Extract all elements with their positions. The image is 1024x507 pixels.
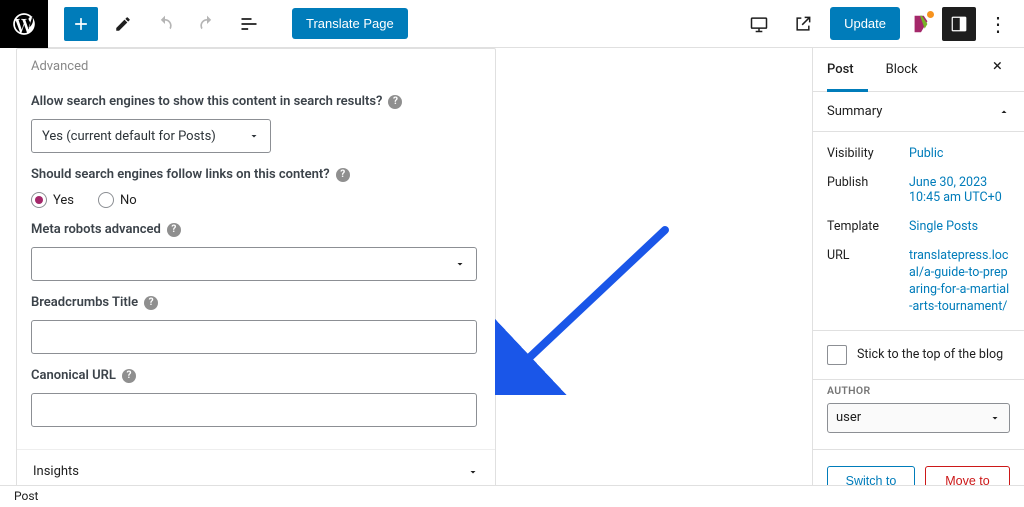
editor-footer-breadcrumb: Post	[0, 485, 1024, 507]
update-button[interactable]: Update	[830, 7, 900, 40]
author-heading: AUTHOR	[827, 384, 1010, 397]
follow-links-label: Should search engines follow links on th…	[31, 167, 481, 182]
edit-mode-button[interactable]	[106, 7, 140, 41]
meta-robots-label: Meta robots advanced?	[31, 222, 481, 237]
summary-section-toggle[interactable]: Summary	[813, 92, 1024, 132]
publish-label: Publish	[827, 175, 909, 205]
stick-to-top-row[interactable]: Stick to the top of the blog	[813, 331, 1024, 380]
radio-icon	[98, 192, 114, 208]
preview-desktop-button[interactable]	[742, 7, 776, 41]
canonical-url-input[interactable]	[31, 393, 477, 427]
chevron-down-icon	[248, 130, 260, 142]
editor-column: Advanced Allow search engines to show th…	[0, 48, 812, 485]
stick-to-top-label: Stick to the top of the blog	[857, 347, 1003, 362]
post-settings-sidebar: Post Block × Summary VisibilityPublic Pu…	[812, 48, 1024, 485]
template-label: Template	[827, 219, 909, 234]
tab-post[interactable]: Post	[827, 48, 868, 92]
breadcrumbs-title-label: Breadcrumbs Title?	[31, 295, 481, 310]
insights-section-toggle[interactable]: Insights	[17, 449, 495, 485]
help-icon[interactable]: ?	[122, 369, 136, 383]
help-icon[interactable]: ?	[388, 95, 402, 109]
breadcrumbs-title-input[interactable]	[31, 320, 477, 354]
editor-topbar: Translate Page Update ⋮	[0, 0, 1024, 48]
author-block: AUTHOR user	[813, 380, 1024, 450]
redo-button[interactable]	[190, 7, 224, 41]
follow-links-radio-group: Yes No	[31, 192, 481, 208]
translate-page-button[interactable]: Translate Page	[292, 8, 408, 39]
url-value[interactable]: translatepress.local/a-guide-to-preparin…	[909, 248, 1010, 316]
switch-to-draft-button[interactable]: Switch to draft	[827, 466, 915, 486]
close-sidebar-icon[interactable]: ×	[985, 48, 1010, 91]
allow-search-select[interactable]: Yes (current default for Posts)	[31, 119, 271, 153]
allow-search-label: Allow search engines to show this conten…	[31, 94, 481, 109]
radio-option-no[interactable]: No	[98, 192, 137, 208]
radio-icon	[31, 192, 47, 208]
yoast-icon[interactable]	[910, 13, 932, 35]
canonical-url-label: Canonical URL?	[31, 368, 481, 383]
topbar-right-controls: Update ⋮	[742, 7, 1016, 41]
more-options-icon[interactable]: ⋮	[986, 14, 1010, 34]
chevron-down-icon	[454, 258, 466, 270]
settings-panel-toggle[interactable]	[942, 7, 976, 41]
summary-block: VisibilityPublic PublishJune 30, 202310:…	[813, 132, 1024, 331]
document-overview-button[interactable]	[232, 7, 266, 41]
template-value[interactable]: Single Posts	[909, 219, 1010, 234]
undo-button[interactable]	[148, 7, 182, 41]
visibility-value[interactable]: Public	[909, 146, 1010, 161]
url-label: URL	[827, 248, 909, 316]
help-icon[interactable]: ?	[336, 168, 350, 182]
tab-block[interactable]: Block	[886, 48, 932, 91]
post-actions-row: Switch to draft Move to trash	[813, 450, 1024, 486]
chevron-up-icon	[998, 106, 1010, 118]
view-post-button[interactable]	[786, 7, 820, 41]
topbar-left-controls: Translate Page	[48, 7, 408, 41]
chevron-down-icon	[989, 412, 1001, 424]
add-block-button[interactable]	[64, 7, 98, 41]
chevron-down-icon	[467, 466, 479, 478]
radio-option-yes[interactable]: Yes	[31, 192, 74, 208]
author-select[interactable]: user	[827, 403, 1010, 433]
meta-robots-select[interactable]	[31, 247, 477, 281]
wordpress-logo[interactable]	[0, 0, 48, 48]
help-icon[interactable]: ?	[167, 223, 181, 237]
yoast-seo-panel: Advanced Allow search engines to show th…	[16, 48, 496, 485]
sidebar-tabs: Post Block ×	[813, 48, 1024, 92]
checkbox-icon	[827, 345, 847, 365]
visibility-label: Visibility	[827, 146, 909, 161]
advanced-section-title: Advanced	[31, 53, 481, 80]
publish-value[interactable]: June 30, 202310:45 am UTC+0	[909, 175, 1010, 205]
help-icon[interactable]: ?	[144, 296, 158, 310]
move-to-trash-button[interactable]: Move to trash	[925, 466, 1010, 486]
